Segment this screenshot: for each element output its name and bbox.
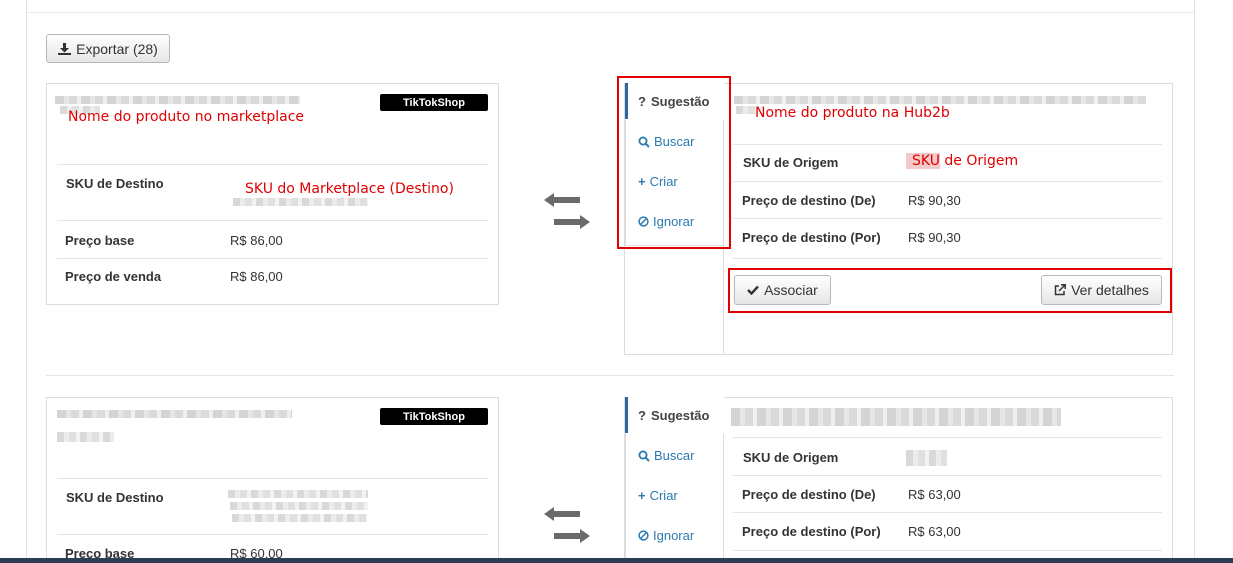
plus-icon: + — [638, 488, 646, 503]
field-label-preco-de: Preço de destino (De) — [742, 193, 876, 208]
tab-search[interactable]: Buscar — [638, 448, 694, 463]
marketplace-badge: TikTokShop — [380, 408, 488, 425]
highlight-box-tabs — [617, 76, 731, 249]
field-label-preco-por: Preço de destino (Por) — [742, 524, 881, 539]
field-label-sku-origem: SKU de Origem — [743, 450, 839, 465]
tab-suggestion-label: Sugestão — [650, 407, 710, 423]
tab-ignore-label: Ignorar — [653, 528, 695, 543]
sku-redacted — [233, 198, 368, 206]
content-frame-top — [26, 12, 1194, 13]
field-label-preco-de: Preço de destino (De) — [742, 487, 876, 502]
annotation-sku-destino: SKU do Marketplace (Destino) — [245, 181, 454, 197]
annotation-sku-origem-rest: de Origem — [939, 153, 1019, 169]
hub-product-name-redacted — [736, 106, 756, 114]
field-label-sku-destino: SKU de Destino — [66, 490, 164, 505]
sku-redacted — [230, 502, 368, 510]
field-value-preco-de: R$ 90,30 — [908, 193, 961, 208]
tab-search-label: Buscar — [654, 448, 695, 463]
field-value-preco-por: R$ 90,30 — [908, 230, 961, 245]
taskbar-edge — [0, 558, 1233, 563]
export-label: Exportar (28) — [76, 40, 158, 57]
tab-ignore[interactable]: Ignorar — [638, 528, 694, 543]
swap-arrows-icon — [544, 507, 590, 543]
product-name-redacted — [57, 432, 114, 442]
field-label-preco-por: Preço de destino (Por) — [742, 230, 881, 245]
divider — [57, 164, 488, 165]
sku-redacted — [232, 514, 367, 522]
annotation-marketplace-name: Nome do produto no marketplace — [68, 109, 305, 125]
field-value-preco-venda: R$ 86,00 — [230, 269, 283, 284]
hub-product-name-redacted — [731, 408, 1061, 426]
tab-suggestion[interactable]: ? Sugestão — [625, 397, 724, 433]
divider — [733, 181, 1162, 182]
ban-icon — [638, 530, 649, 541]
divider — [57, 534, 488, 535]
sku-redacted — [906, 450, 947, 466]
export-button[interactable]: Exportar (28) — [46, 34, 170, 63]
tab-create-label: Criar — [649, 488, 678, 503]
search-icon — [638, 450, 650, 462]
product-name-redacted — [55, 96, 300, 104]
divider — [57, 478, 488, 479]
question-icon: ? — [638, 407, 646, 423]
row-separator — [46, 375, 1174, 376]
tab-create[interactable]: + Criar — [638, 488, 678, 503]
content-frame-right — [1194, 0, 1195, 563]
divider — [733, 144, 1162, 145]
product-name-redacted — [57, 410, 292, 418]
content-frame-left — [26, 0, 27, 563]
field-label-sku-origem: SKU de Origem — [743, 155, 839, 170]
divider — [57, 258, 488, 259]
divider — [57, 220, 488, 221]
hub-product-name-redacted — [734, 96, 1146, 104]
divider — [733, 550, 1162, 551]
field-label-sku-destino: SKU de Destino — [66, 176, 164, 191]
field-label-preco-base: Preço base — [65, 233, 135, 248]
marketplace-badge: TikTokShop — [380, 94, 488, 111]
field-value-preco-base: R$ 86,00 — [230, 233, 283, 248]
page: Exportar (28) TikTokShop Nome do produto… — [0, 0, 1233, 563]
download-icon — [58, 42, 72, 55]
highlight-box-actions — [728, 268, 1172, 313]
field-value-preco-por: R$ 63,00 — [908, 524, 961, 539]
divider — [733, 437, 1162, 438]
divider — [733, 475, 1162, 476]
annotation-hub-name: Nome do produto na Hub2b — [755, 105, 950, 121]
field-value-preco-de: R$ 63,00 — [908, 487, 961, 502]
annotation-sku-origem: SKU de Origem — [906, 153, 1018, 169]
swap-arrows-icon — [544, 193, 590, 229]
annotation-sku-origem-highlight: SKU — [906, 153, 940, 169]
sku-redacted — [228, 490, 368, 498]
divider — [733, 258, 1162, 259]
divider — [733, 218, 1162, 219]
divider — [733, 512, 1162, 513]
field-label-preco-venda: Preço de venda — [65, 269, 162, 284]
